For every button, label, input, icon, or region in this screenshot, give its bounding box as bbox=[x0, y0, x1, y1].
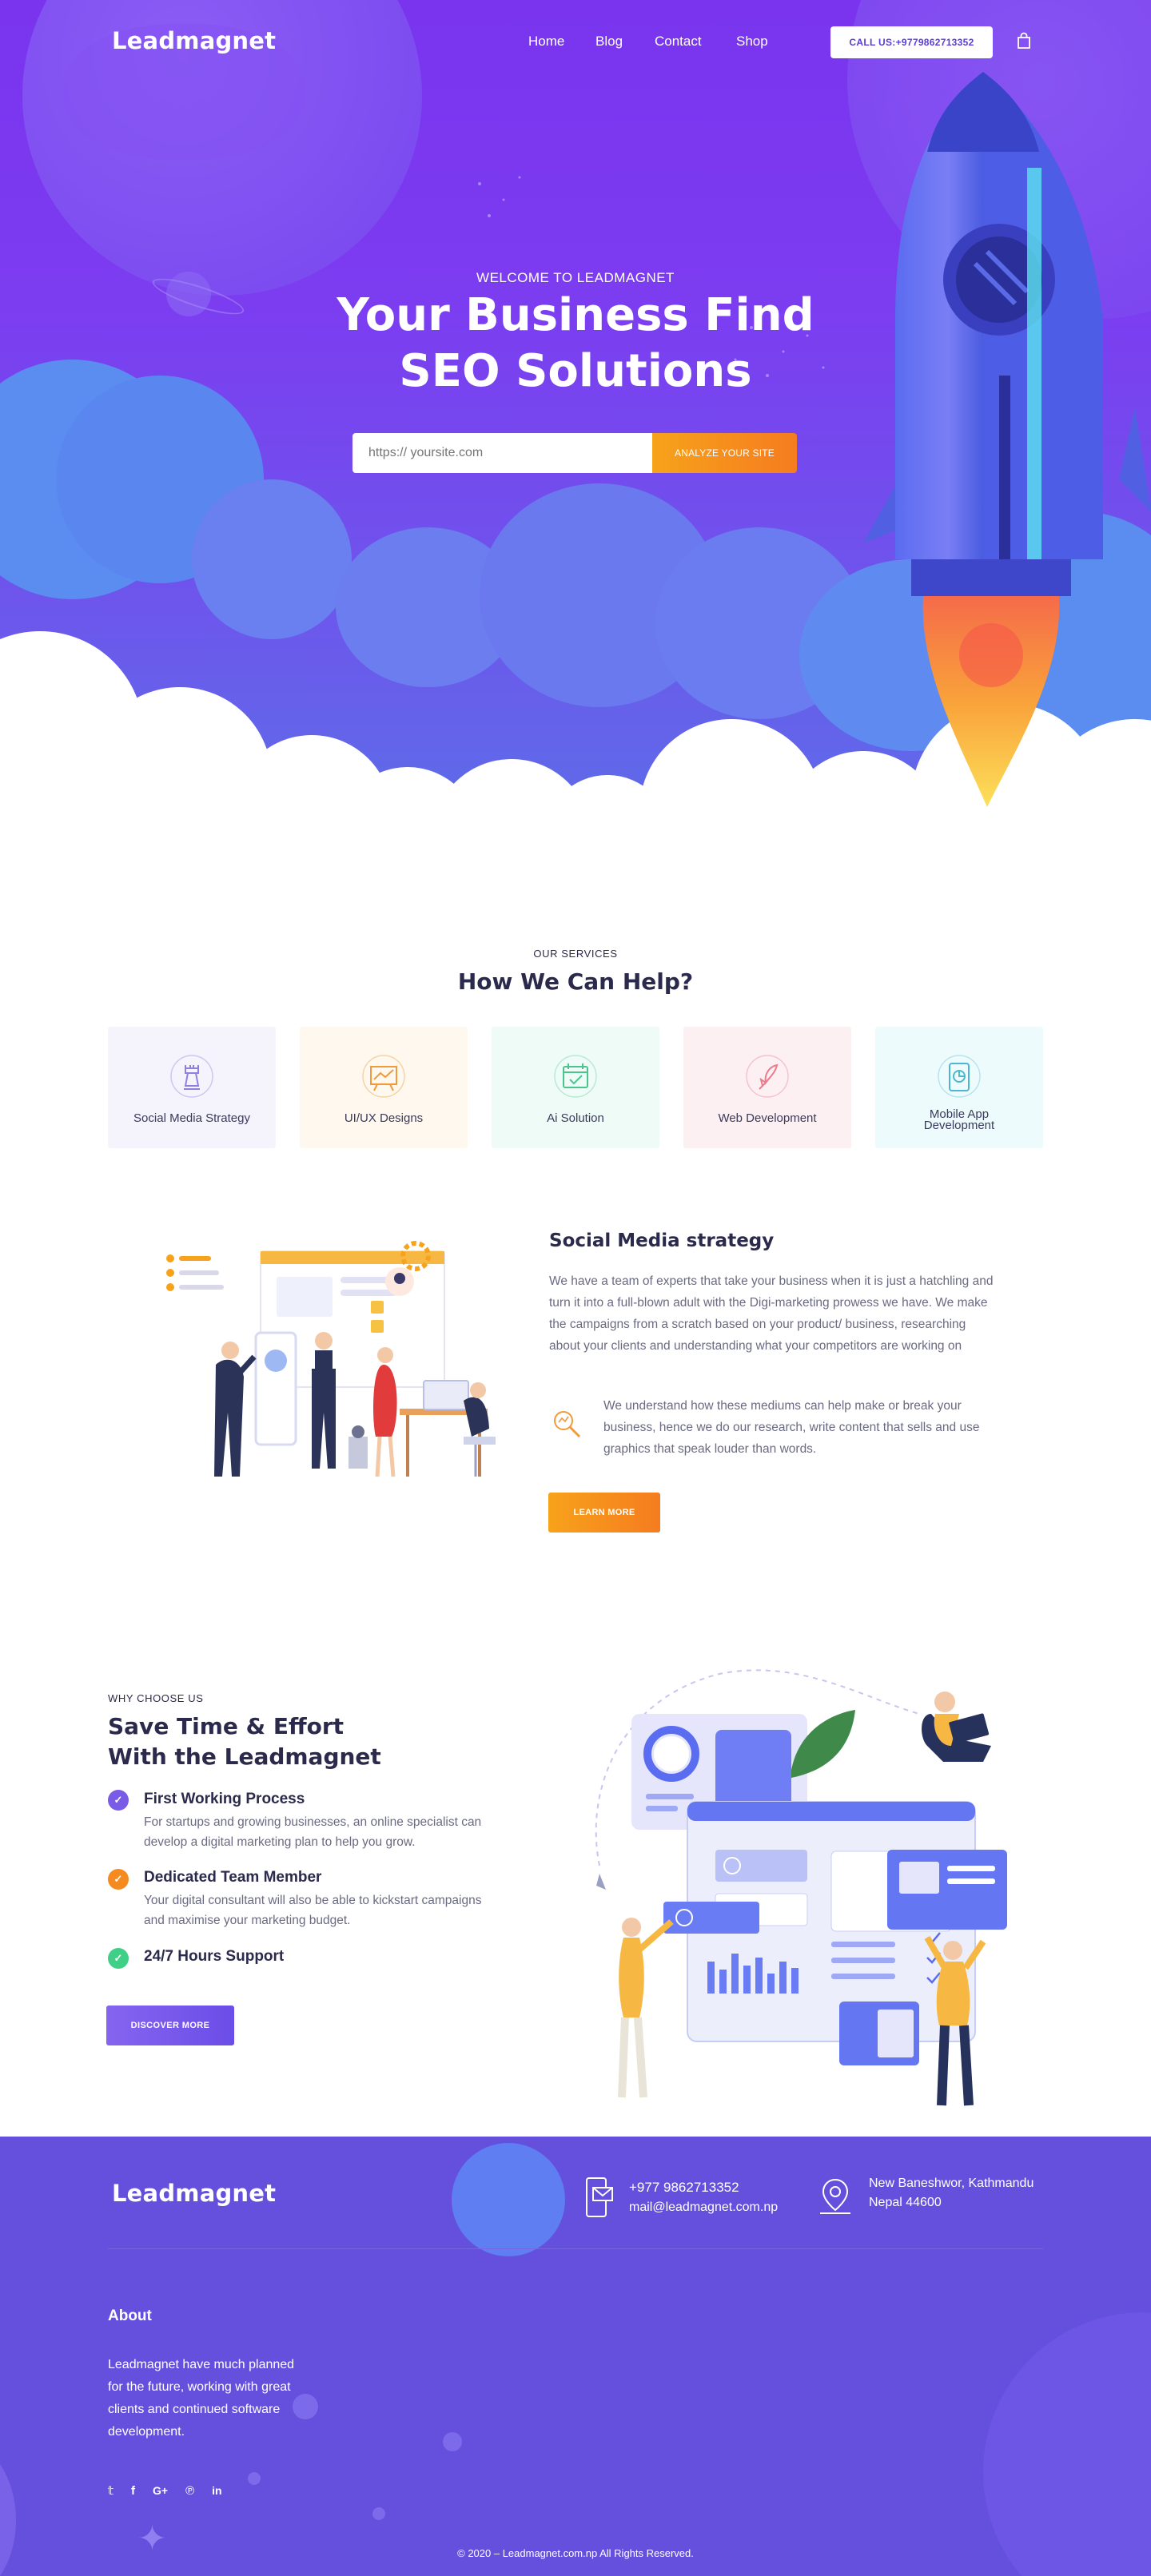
google-plus-icon[interactable]: G+ bbox=[153, 2484, 168, 2497]
service-card-mobile-app[interactable]: Mobile App Development bbox=[875, 1027, 1043, 1148]
feature-title: Dedicated Team Member bbox=[144, 1869, 322, 1886]
service-card-social-media[interactable]: Social Media Strategy bbox=[108, 1027, 276, 1148]
team-illustration bbox=[166, 1241, 496, 1477]
shopping-bag-icon[interactable] bbox=[1017, 32, 1031, 50]
service-card-uiux[interactable]: UI/UX Designs bbox=[300, 1027, 468, 1148]
social-media-title: Social Media strategy bbox=[549, 1230, 775, 1251]
footer-address-line1: New Baneshwor, Kathmandu bbox=[869, 2176, 1034, 2190]
dashboard-team-illustration bbox=[595, 1669, 1007, 2106]
service-label: UI/UX Designs bbox=[344, 1111, 424, 1125]
why-eyebrow: WHY CHOOSE US bbox=[108, 1692, 204, 1704]
service-label: Ai Solution bbox=[547, 1111, 604, 1125]
footer-planet bbox=[452, 2143, 565, 2256]
linkedin-icon[interactable]: in bbox=[212, 2484, 221, 2497]
chess-rook-icon bbox=[170, 1055, 213, 1098]
service-card-web-dev[interactable]: Web Development bbox=[683, 1027, 851, 1148]
site-url-input[interactable] bbox=[352, 433, 652, 473]
facebook-icon[interactable]: f bbox=[131, 2484, 135, 2498]
footer-phone[interactable]: +977 9862713352 bbox=[629, 2180, 739, 2196]
brand-logo[interactable]: Leadmagnet bbox=[112, 27, 276, 54]
service-card-ai[interactable]: Ai Solution bbox=[492, 1027, 659, 1148]
call-us-button[interactable]: CALL US:+9779862713352 bbox=[830, 26, 993, 58]
footer-address-line2: Nepal 44600 bbox=[869, 2196, 942, 2209]
social-media-para1: We have a team of experts that take your… bbox=[549, 1274, 994, 1353]
social-links: 𝕥 f G+ ℗ in bbox=[108, 2483, 222, 2498]
service-label: Web Development bbox=[718, 1111, 817, 1125]
presentation-board-icon bbox=[362, 1055, 405, 1098]
service-label: Mobile App Development bbox=[923, 1107, 995, 1132]
feature-title: 24/7 Hours Support bbox=[144, 1948, 285, 1965]
footer-about-title: About bbox=[108, 2308, 152, 2324]
feature-desc: For startups and growing businesses, an … bbox=[144, 1815, 482, 1849]
search-analytics-icon bbox=[554, 1411, 581, 1438]
twitter-icon[interactable]: 𝕥 bbox=[108, 2483, 114, 2498]
site-analyze-form: ANALYZE YOUR SITE bbox=[352, 433, 797, 473]
rocket-launch-icon bbox=[746, 1055, 789, 1098]
nav-shop[interactable]: Shop bbox=[736, 34, 768, 50]
hero-title-line2: SEO Solutions bbox=[399, 345, 752, 397]
copyright: © 2020 – Leadmagnet.com.np All Rights Re… bbox=[457, 2547, 694, 2559]
footer-logo[interactable]: Leadmagnet bbox=[112, 2180, 276, 2207]
nav-contact[interactable]: Contact bbox=[655, 34, 702, 50]
check-icon: ✓ bbox=[108, 1869, 129, 1890]
hero-section: Leadmagnet Home Blog Contact Shop CALL U… bbox=[0, 0, 1151, 847]
analyze-site-button[interactable]: ANALYZE YOUR SITE bbox=[652, 433, 797, 473]
footer-about-text: Leadmagnet have much planned for the fut… bbox=[108, 2358, 295, 2439]
phone-mail-icon bbox=[586, 2177, 613, 2217]
services-eyebrow: OUR SERVICES bbox=[533, 948, 618, 960]
mobile-chart-icon bbox=[938, 1055, 981, 1098]
footer-divider bbox=[108, 2248, 1043, 2249]
why-title: Save Time & Effort With the Leadmagnet bbox=[108, 1711, 381, 1772]
site-footer: ✦ Leadmagnet +977 9862713352 mail@leadma… bbox=[0, 2137, 1151, 2576]
hero-title-line1: Your Business Find bbox=[337, 289, 814, 341]
rocket-illustration bbox=[863, 72, 1151, 807]
cloud bbox=[192, 479, 352, 639]
check-icon: ✓ bbox=[108, 1790, 129, 1811]
feature-title: First Working Process bbox=[144, 1791, 305, 1807]
footer-dot bbox=[248, 2472, 261, 2485]
check-icon: ✓ bbox=[108, 1948, 129, 1969]
nav-home[interactable]: Home bbox=[528, 34, 564, 50]
discover-more-button[interactable]: DISCOVER MORE bbox=[106, 2006, 234, 2045]
footer-dot bbox=[443, 2432, 462, 2451]
hero-title: Your Business Find SEO Solutions bbox=[0, 288, 1151, 400]
social-media-para2: We understand how these mediums can help… bbox=[603, 1399, 980, 1456]
nav-blog[interactable]: Blog bbox=[595, 34, 623, 50]
feature-desc: Your digital consultant will also be abl… bbox=[144, 1894, 482, 1927]
location-pin-icon bbox=[820, 2178, 850, 2214]
why-title-line2: With the Leadmagnet bbox=[108, 1743, 381, 1770]
footer-dot bbox=[372, 2507, 385, 2520]
services-title: How We Can Help? bbox=[457, 968, 694, 995]
footer-email[interactable]: mail@leadmagnet.com.np bbox=[629, 2200, 778, 2215]
calendar-check-icon bbox=[554, 1055, 597, 1098]
service-label: Social Media Strategy bbox=[133, 1111, 250, 1125]
why-title-line1: Save Time & Effort bbox=[108, 1713, 345, 1739]
learn-more-button[interactable]: LEARN MORE bbox=[548, 1493, 660, 1532]
footer-planet-large bbox=[983, 2312, 1151, 2576]
pinterest-icon[interactable]: ℗ bbox=[185, 2484, 194, 2498]
hero-eyebrow: WELCOME TO LEADMAGNET bbox=[476, 270, 675, 285]
